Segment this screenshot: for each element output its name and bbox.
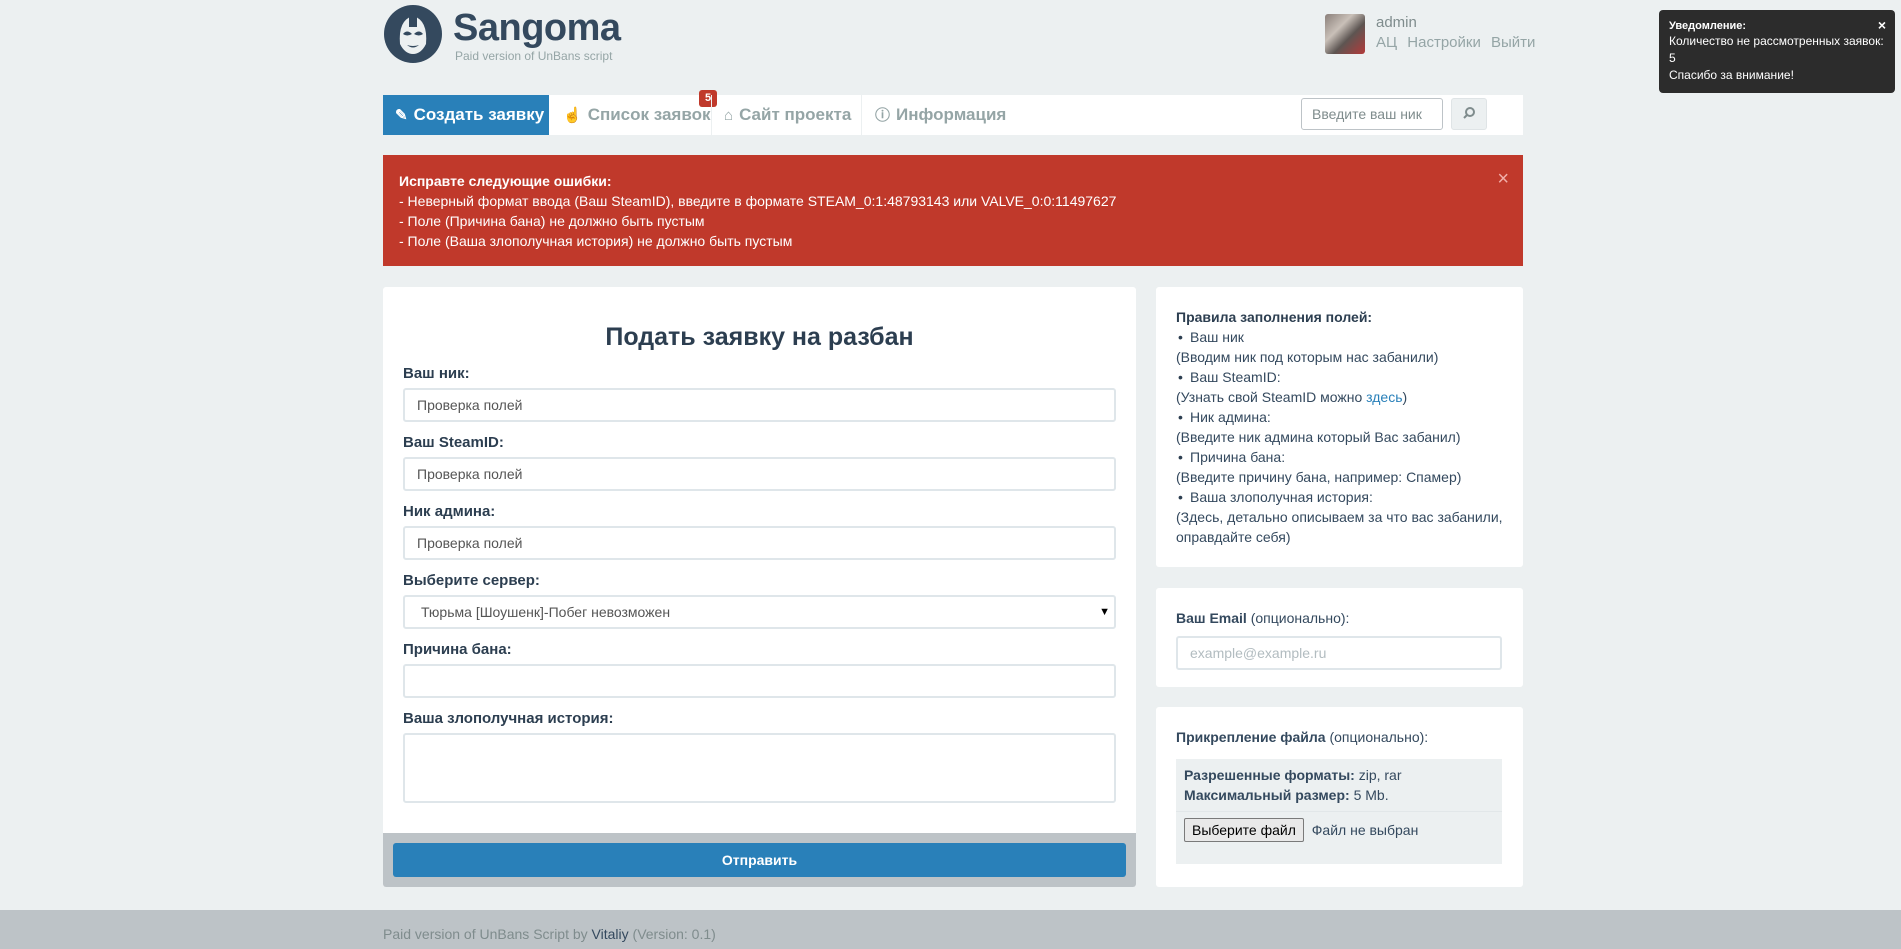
unban-form: Подать заявку на разбан Ваш ник: Ваш Ste… [383,287,1136,887]
rule-hint: (Вводим ник под которым нас забанили) [1176,349,1439,365]
file-input: Выберите файл Файл не выбран [1176,812,1502,864]
nick-search-input[interactable] [1301,98,1443,130]
footer: Paid version of UnBans Script by Vitaliy… [0,910,1901,949]
nav-label: Информация [896,105,1007,124]
user-name: admin [1376,14,1417,31]
alert-line: - Поле (Причина бана) не должно быть пус… [399,213,705,229]
nav-information[interactable]: ⓘ Информация [875,95,1015,135]
home-icon: ⌂ [724,107,734,124]
main-nav: ✎ Создать заявку ☝ Список заявок 5 ⌂ Сайт п… [383,90,1523,135]
user-link-ac[interactable]: АЦ [1376,34,1397,51]
file-info: Разрешенные форматы: zip, rar Максимальн… [1176,759,1502,812]
rule-hint: (Здесь, детально описываем за что вас за… [1176,509,1503,545]
email-label-bold: Ваш Email [1176,610,1247,626]
search-icon [1463,107,1475,119]
search-button[interactable] [1451,98,1487,130]
logo-title: Sangoma [453,7,621,49]
form-title: Подать заявку на разбан [605,323,914,351]
admin-nick-field[interactable] [403,526,1116,560]
toast-message: Количество не рассмотренных заявок: 5 [1669,34,1884,65]
hand-icon: ☝ [563,107,582,124]
nav-label: Список заявок [587,105,711,124]
alert-line: - Неверный формат ввода (Ваш SteamID), в… [399,193,1117,209]
formats-label: Разрешенные форматы: [1184,767,1355,783]
nav-create-request[interactable]: ✎ Создать заявку [383,95,549,135]
luchador-mask-icon [384,5,442,63]
file-status: Файл не выбран [1311,822,1419,838]
size-value: 5 Mb. [1349,787,1389,803]
max-size: Максимальный размер: 5 Mb. [1184,785,1494,805]
allowed-formats: Разрешенные форматы: zip, rar [1184,765,1494,785]
notification-toast: Уведомление: Количество не рассмотренных… [1659,10,1895,93]
nav-label: Сайт проекта [739,105,852,124]
user-block: admin АЦ Настройки Выйти [1325,14,1535,56]
rule-hint: (Узнать свой SteamID можно здесь) [1176,387,1503,407]
footer-prefix: Paid version of UnBans Script by [383,926,592,942]
form-footer: Отправить [383,833,1136,887]
ban-reason-label: Причина бана: [403,641,512,658]
info-icon: ⓘ [875,107,891,124]
dropdown-arrow-icon: ▼ [1099,606,1110,618]
toast-title: Уведомление: [1669,20,1746,32]
nav-divider [711,95,712,135]
attachment-panel: Прикрепление файла (опционально): Разреш… [1156,707,1523,887]
nick-label: Ваш ник: [403,365,470,382]
rule-hint-text: (Узнать свой SteamID можно [1176,389,1367,405]
email-label: Ваш Email (опционально): [1176,608,1503,628]
ban-reason-field[interactable] [403,664,1116,698]
nav-divider [861,95,862,135]
rule-hint: (Введите ник админа который Вас забанил) [1176,429,1461,445]
formats-value: zip, rar [1354,767,1402,783]
steamid-label: Ваш SteamID: [403,434,504,451]
email-panel: Ваш Email (опционально): [1156,588,1523,687]
request-count-badge: 5 [699,90,718,107]
steamid-help-link[interactable]: здесь [1366,389,1402,405]
steamid-field[interactable] [403,457,1116,491]
close-icon[interactable]: × [1497,169,1509,189]
rule-item: Ник админа: [1176,407,1503,427]
logo-subtitle: Paid version of UnBans script [455,49,613,63]
attachment-label-note: (опционально): [1325,729,1429,745]
nick-field[interactable] [403,388,1116,422]
attachment-label-bold: Прикрепление файла [1176,729,1326,745]
email-field[interactable] [1176,636,1502,670]
attachment-label: Прикрепление файла (опционально): [1176,727,1503,747]
user-links: АЦ Настройки Выйти [1376,34,1541,51]
rules-panel: Правила заполнения полей: Ваш ник (Вводи… [1156,287,1523,567]
nav-label: Создать заявку [413,105,545,124]
server-select[interactable]: Тюрьма [Шоушенк]-Побег невозможен ▼ [403,595,1116,629]
email-label-note: (опционально): [1246,610,1350,626]
toast-message: Спасибо за внимание! [1669,68,1794,82]
story-textarea[interactable] [403,733,1116,803]
rule-hint-text: ) [1402,389,1408,405]
nav-project-site[interactable]: ⌂ Сайт проекта [724,95,854,135]
footer-text: Paid version of UnBans Script by Vitaliy… [383,926,716,942]
close-icon[interactable]: × [1878,17,1886,34]
choose-file-button[interactable]: Выберите файл [1184,818,1304,842]
rule-item: Ваш ник [1176,327,1503,347]
logo[interactable]: Sangoma Paid version of UnBans script [383,4,683,66]
rule-item: Ваша злополучная история: [1176,487,1503,507]
size-label: Максимальный размер: [1184,787,1350,803]
alert-title: Исправте следующие ошибки: [399,173,612,189]
rule-item: Причина бана: [1176,447,1503,467]
rule-hint: (Введите причину бана, например: Спамер) [1176,469,1462,485]
file-upload-box: Разрешенные форматы: zip, rar Максимальн… [1176,759,1502,864]
avatar[interactable] [1325,14,1365,54]
submit-button[interactable]: Отправить [393,843,1126,877]
alert-line: - Поле (Ваша злополучная история) не дол… [399,233,793,249]
nav-request-list[interactable]: ☝ Список заявок [563,95,710,135]
server-select-value: Тюрьма [Шоушенк]-Побег невозможен [421,604,671,620]
user-link-settings[interactable]: Настройки [1407,34,1481,51]
rule-item: Ваш SteamID: [1176,367,1503,387]
rules-title: Правила заполнения полей: [1176,309,1373,325]
user-link-logout[interactable]: Выйти [1491,34,1535,51]
footer-suffix: (Version: 0.1) [628,926,716,942]
error-alert: Исправте следующие ошибки: - Неверный фо… [383,155,1523,266]
footer-author-link[interactable]: Vitaliy [592,926,629,942]
story-label: Ваша злополучная история: [403,710,614,727]
pencil-icon: ✎ [395,107,408,124]
admin-nick-label: Ник админа: [403,503,496,520]
server-label: Выберите сервер: [403,572,540,589]
